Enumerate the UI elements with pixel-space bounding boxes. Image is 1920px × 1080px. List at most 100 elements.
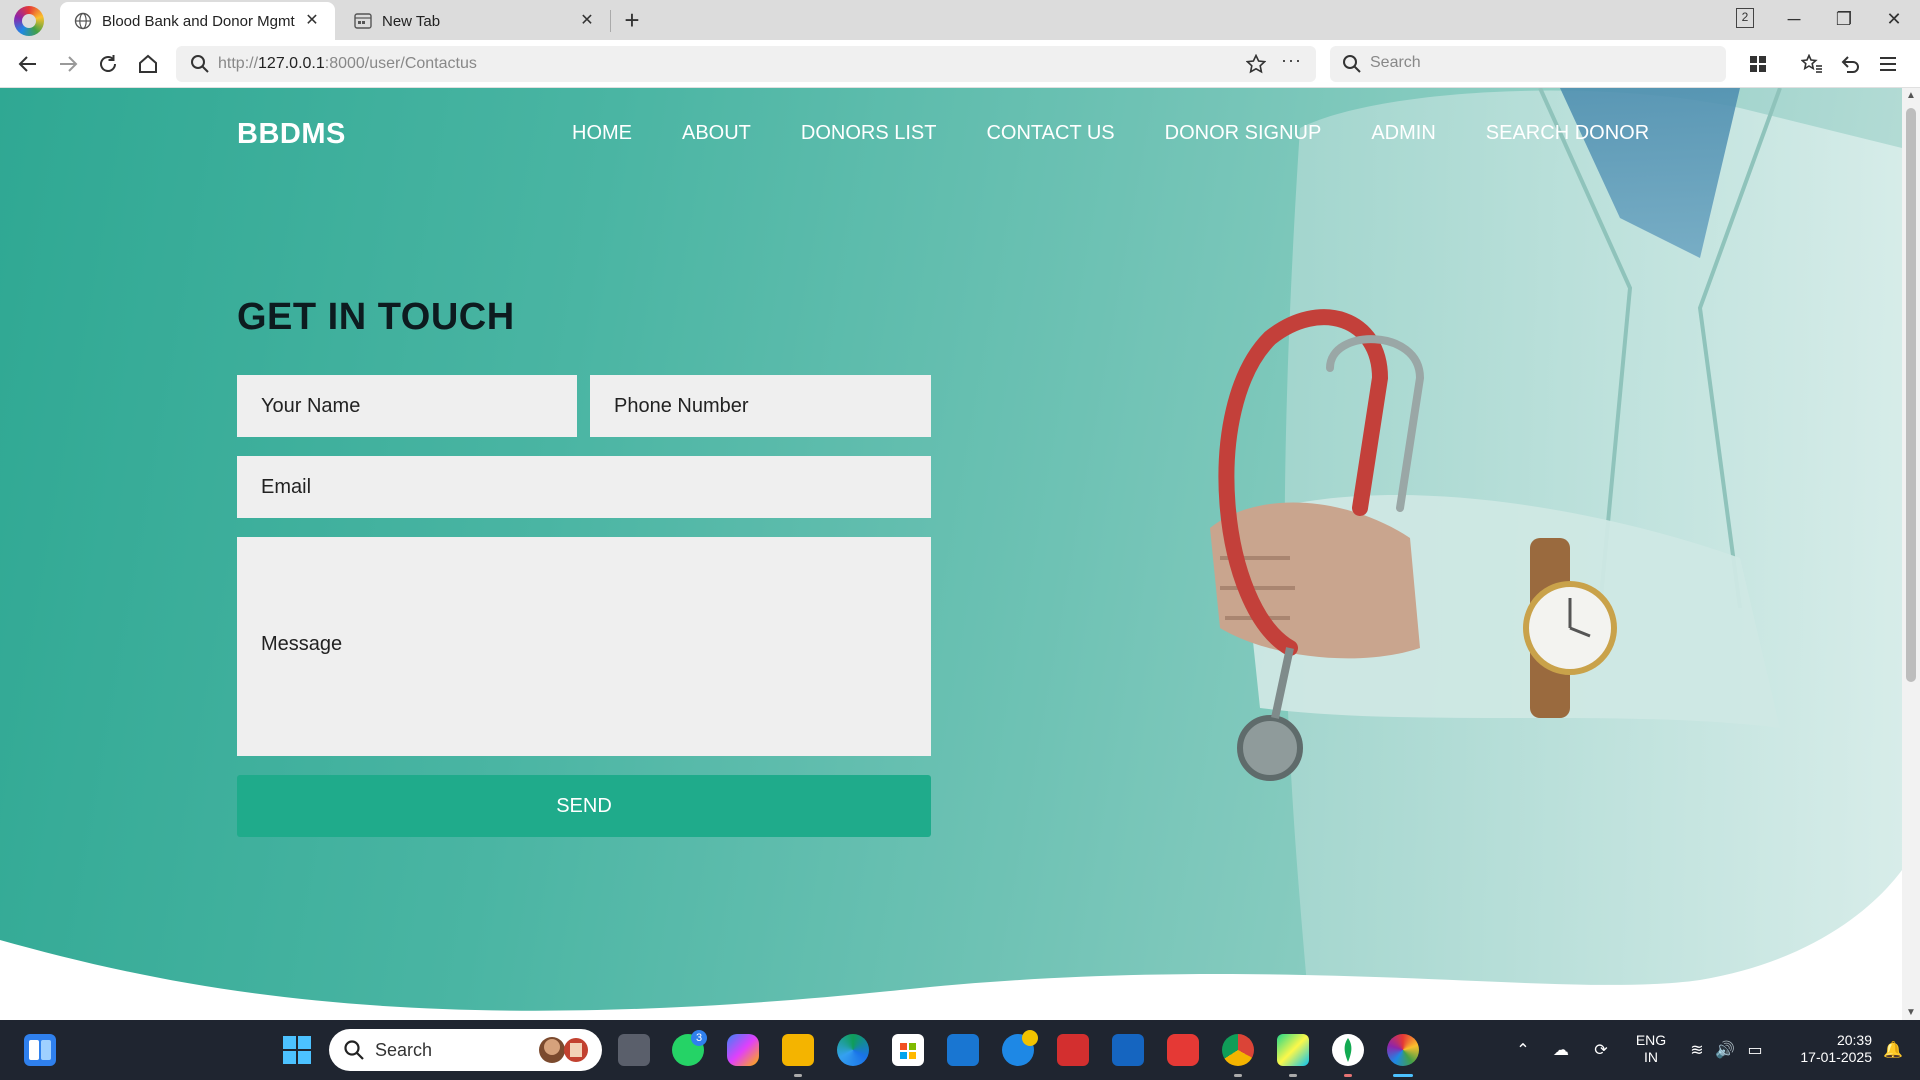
whatsapp-notification-badge: 3 bbox=[691, 1030, 707, 1046]
os-taskbar: Search 3 ⌃ ☁ ⟳ ENG IN ≋ 🔊 ▭ 20:39 17-01-… bbox=[0, 1020, 1920, 1080]
name-input[interactable] bbox=[237, 375, 577, 437]
home-icon bbox=[139, 54, 157, 73]
apps-grid-button[interactable] bbox=[1744, 50, 1772, 78]
close-tab-icon[interactable]: ✕ bbox=[303, 12, 321, 30]
forward-arrow-icon bbox=[60, 56, 78, 72]
browser-logo-icon[interactable] bbox=[14, 6, 44, 36]
nav-about[interactable]: ABOUT bbox=[682, 122, 751, 145]
favorites-button[interactable] bbox=[1798, 50, 1826, 78]
clock-date: 17-01-2025 bbox=[1800, 1049, 1872, 1065]
pycharm-icon[interactable] bbox=[1277, 1034, 1309, 1066]
language-indicator[interactable]: ENG IN bbox=[1628, 1032, 1674, 1066]
mongodb-compass-icon[interactable] bbox=[1332, 1034, 1364, 1066]
bookmark-star-icon[interactable] bbox=[1246, 54, 1266, 74]
restore-button[interactable]: ❐ bbox=[1824, 4, 1864, 34]
new-tab-button[interactable]: + bbox=[618, 6, 646, 34]
nav-home[interactable]: HOME bbox=[572, 122, 632, 145]
undo-icon bbox=[1841, 56, 1859, 73]
tab-count-button[interactable]: 2 bbox=[1736, 8, 1754, 28]
active-indicator bbox=[1393, 1074, 1413, 1077]
new-tab-page-icon bbox=[354, 12, 372, 30]
forward-button[interactable] bbox=[54, 50, 82, 78]
scrollbar-thumb[interactable] bbox=[1906, 108, 1916, 682]
battery-icon[interactable]: ▭ bbox=[1744, 1040, 1766, 1060]
globe-icon bbox=[74, 12, 92, 30]
nav-admin[interactable]: ADMIN bbox=[1371, 122, 1435, 145]
clock[interactable]: 20:39 17-01-2025 bbox=[1782, 1032, 1872, 1066]
message-textarea[interactable] bbox=[237, 537, 931, 756]
home-button[interactable] bbox=[134, 50, 162, 78]
page-title: GET IN TOUCH bbox=[237, 296, 515, 338]
address-bar[interactable]: http://127.0.0.1:8000/user/Contactus ··· bbox=[176, 46, 1316, 82]
nav-donors-list[interactable]: DONORS LIST bbox=[801, 122, 937, 145]
taskbar-search[interactable]: Search bbox=[329, 1029, 602, 1071]
back-button[interactable] bbox=[14, 50, 42, 78]
hamburger-menu-icon bbox=[1880, 57, 1896, 71]
tab-title: New Tab bbox=[382, 12, 441, 30]
phone-input[interactable] bbox=[590, 375, 931, 437]
onedrive-icon[interactable]: ☁ bbox=[1550, 1040, 1572, 1060]
page-viewport: BBDMS HOME ABOUT DONORS LIST CONTACT US … bbox=[0, 88, 1902, 1020]
chevron-up-icon[interactable]: ⌃ bbox=[1512, 1040, 1534, 1060]
wifi-icon[interactable]: ≋ bbox=[1686, 1040, 1708, 1060]
page-scrollbar[interactable]: ▲ ▼ bbox=[1902, 88, 1920, 1020]
active-browser-icon[interactable] bbox=[1387, 1034, 1419, 1066]
task-view-icon[interactable] bbox=[618, 1034, 650, 1066]
more-options-icon[interactable]: ··· bbox=[1281, 50, 1302, 71]
undo-button[interactable] bbox=[1836, 50, 1864, 78]
windows-start-icon[interactable] bbox=[281, 1034, 313, 1066]
tab-title: Blood Bank and Donor Mgmt bbox=[102, 12, 295, 30]
running-indicator bbox=[1289, 1074, 1297, 1077]
myhp-icon[interactable] bbox=[947, 1034, 979, 1066]
reload-button[interactable] bbox=[94, 50, 122, 78]
running-indicator bbox=[1344, 1074, 1352, 1077]
nav-donor-signup[interactable]: DONOR SIGNUP bbox=[1165, 122, 1322, 145]
running-indicator bbox=[1234, 1074, 1242, 1077]
browser-toolbar: http://127.0.0.1:8000/user/Contactus ··· bbox=[0, 40, 1920, 88]
site-logo[interactable]: BBDMS bbox=[237, 118, 346, 151]
email-input[interactable] bbox=[237, 456, 931, 518]
file-explorer-icon[interactable] bbox=[782, 1034, 814, 1066]
volume-icon[interactable]: 🔊 bbox=[1714, 1040, 1736, 1060]
close-tab-icon[interactable]: ✕ bbox=[578, 12, 596, 30]
wps-office-icon[interactable] bbox=[1167, 1034, 1199, 1066]
notifications-bell-icon[interactable]: 🔔 bbox=[1882, 1040, 1904, 1060]
chrome-icon[interactable] bbox=[1222, 1034, 1254, 1066]
reload-icon bbox=[100, 55, 116, 72]
mcafee-icon[interactable] bbox=[1057, 1034, 1089, 1066]
microsoft-store-icon[interactable] bbox=[892, 1034, 924, 1066]
search-icon bbox=[191, 55, 209, 73]
scroll-down-arrow-icon[interactable]: ▼ bbox=[1906, 1007, 1916, 1018]
search-icon bbox=[1343, 55, 1361, 73]
browser-search-input[interactable] bbox=[1370, 54, 1700, 72]
browser-tab-strip: Blood Bank and Donor Mgmt ✕ New Tab ✕ + … bbox=[0, 0, 1920, 40]
browser-search-box[interactable] bbox=[1330, 46, 1726, 82]
grid-icon bbox=[1750, 56, 1766, 72]
close-window-button[interactable]: ✕ bbox=[1874, 4, 1914, 34]
running-indicator bbox=[794, 1074, 802, 1077]
send-button[interactable]: SEND bbox=[237, 775, 931, 837]
bottom-wave-shape bbox=[0, 870, 1902, 1020]
back-arrow-icon bbox=[18, 56, 36, 72]
tab-divider bbox=[610, 10, 611, 32]
nav-search-donor[interactable]: SEARCH DONOR bbox=[1486, 122, 1649, 145]
region-code: IN bbox=[1644, 1049, 1658, 1065]
copilot-icon[interactable] bbox=[727, 1034, 759, 1066]
site-nav: HOME ABOUT DONORS LIST CONTACT US DONOR … bbox=[572, 122, 1649, 145]
menu-button[interactable] bbox=[1874, 50, 1902, 78]
sync-icon[interactable]: ⟳ bbox=[1590, 1040, 1612, 1060]
minimize-button[interactable]: ─ bbox=[1774, 4, 1814, 34]
language-code: ENG bbox=[1635, 1032, 1667, 1048]
scroll-up-arrow-icon[interactable]: ▲ bbox=[1906, 90, 1916, 101]
help-notification-dot bbox=[1022, 1030, 1038, 1046]
nav-contact-us[interactable]: CONTACT US bbox=[986, 122, 1114, 145]
outlook-icon[interactable] bbox=[1112, 1034, 1144, 1066]
tab-blood-bank[interactable]: Blood Bank and Donor Mgmt ✕ bbox=[60, 2, 335, 40]
url-text[interactable]: http://127.0.0.1:8000/user/Contactus bbox=[218, 55, 477, 73]
tab-new-tab[interactable]: New Tab ✕ bbox=[340, 2, 610, 40]
widgets-icon[interactable] bbox=[24, 1034, 56, 1066]
edge-icon[interactable] bbox=[837, 1034, 869, 1066]
favorites-star-icon bbox=[1801, 54, 1822, 73]
search-icon bbox=[344, 1040, 364, 1060]
search-highlight-art bbox=[539, 1037, 588, 1063]
